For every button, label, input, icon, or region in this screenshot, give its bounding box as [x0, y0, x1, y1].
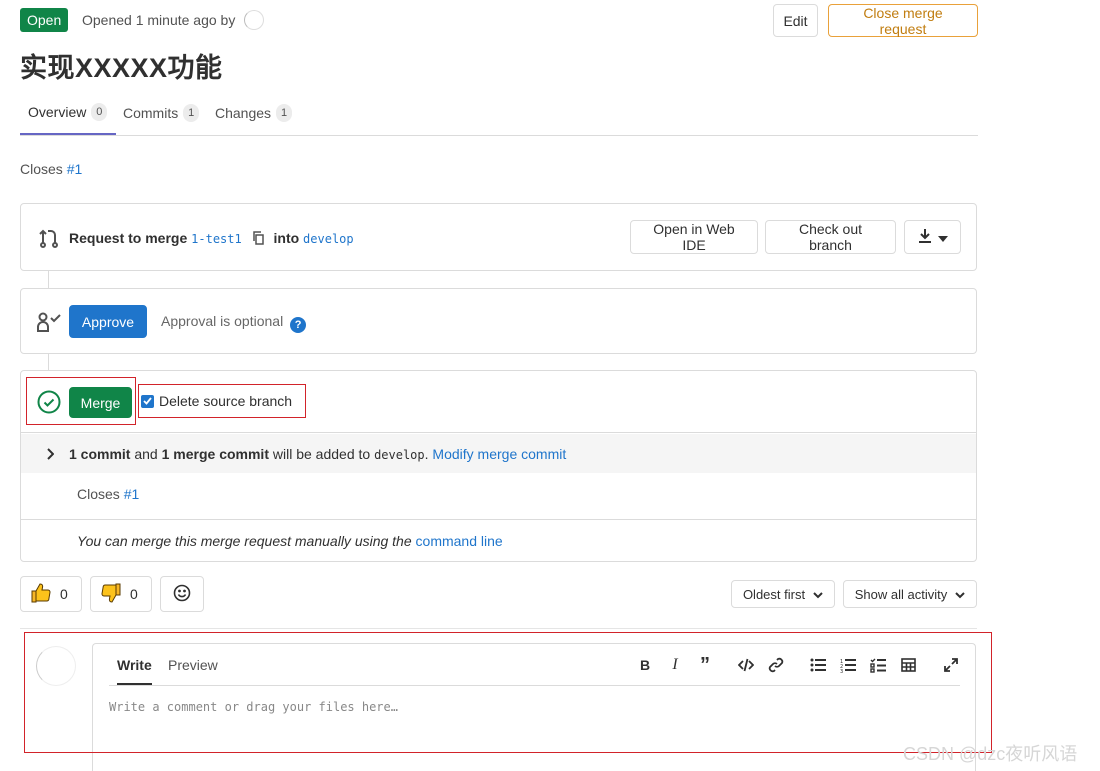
merge-commit-summary[interactable]: 1 commit and 1 merge commit will be adde…: [21, 434, 976, 473]
approve-button[interactable]: Approve: [69, 305, 147, 338]
highlight-box: [26, 377, 136, 425]
added-to-text: will be added to: [272, 446, 371, 462]
description: Closes #1: [20, 161, 82, 177]
merge-summary-text: 1 commit and 1 merge commit will be adde…: [69, 446, 567, 462]
chevron-down-icon: [955, 587, 965, 602]
thumbs-up-button[interactable]: 0: [20, 576, 82, 612]
closes-text: Closes: [77, 486, 120, 502]
mr-header: Open Opened 1 minute ago by Edit Close m…: [20, 4, 978, 37]
sort-order-dropdown[interactable]: Oldest first: [731, 580, 835, 608]
download-icon: [917, 228, 933, 247]
closes-text: Closes: [20, 161, 63, 177]
target-branch-name: develop: [374, 448, 425, 462]
commit-count: 1 commit: [69, 446, 131, 462]
command-line-link[interactable]: command line: [416, 533, 503, 549]
tab-label: Changes: [215, 104, 272, 121]
thumbs-down-icon: [100, 582, 122, 607]
tab-count: 1: [183, 103, 200, 122]
author-avatar[interactable]: [244, 10, 264, 30]
merge-closes: Closes #1: [77, 486, 139, 502]
divider: [20, 628, 977, 629]
chevron-down-icon: [813, 587, 823, 602]
tab-label: Overview: [28, 103, 87, 120]
into-text: into: [273, 230, 300, 246]
copy-icon[interactable]: [252, 231, 264, 248]
thumbs-down-count: 0: [130, 586, 138, 602]
approval-widget: Approve Approval is optional ?: [20, 288, 977, 354]
divider: [21, 519, 976, 520]
manual-merge-hint: You can merge this merge request manuall…: [77, 533, 503, 549]
request-prefix: Request to merge: [69, 230, 188, 246]
issue-link[interactable]: #1: [124, 486, 140, 502]
highlight-box: [138, 384, 306, 418]
tab-label: Commits: [123, 104, 179, 121]
sort-order-label: Oldest first: [742, 586, 806, 602]
target-branch-link[interactable]: develop: [303, 232, 354, 246]
open-web-ide-button[interactable]: Open in Web IDE: [630, 220, 758, 254]
thumbs-down-button[interactable]: 0: [90, 576, 152, 612]
activity-filter-label: Show all activity: [854, 586, 948, 602]
approval-text: Approval is optional: [161, 313, 284, 329]
merge-request-icon: [37, 226, 61, 253]
page-title: 实现XXXXX功能: [20, 53, 223, 83]
and-text: and: [134, 446, 158, 462]
approval-optional-text: Approval is optional ?: [161, 313, 307, 333]
status-badge: Open: [20, 8, 69, 32]
modify-merge-commit-link[interactable]: Modify merge commit: [432, 446, 566, 462]
thumbs-up-icon: [30, 582, 52, 607]
help-icon[interactable]: ?: [290, 317, 307, 333]
timeline-connector: [48, 354, 49, 370]
edit-button[interactable]: Edit: [773, 4, 818, 37]
smiley-icon: [173, 584, 191, 605]
source-branch-link[interactable]: 1-test1: [191, 232, 242, 246]
thumbs-up-count: 0: [60, 586, 68, 602]
issue-link[interactable]: #1: [67, 161, 83, 177]
check-out-branch-button[interactable]: Check out branch: [765, 220, 896, 254]
mr-tabs: Overview 0 Commits 1 Changes 1: [20, 90, 978, 136]
opened-text: Opened 1 minute ago by: [82, 12, 236, 28]
highlight-box: [24, 632, 992, 753]
approval-icon: [36, 311, 62, 336]
merge-widget: Merge Delete source branch 1 commit and …: [20, 370, 977, 562]
tab-count: 0: [91, 102, 108, 121]
manual-merge-text: You can merge this merge request manuall…: [77, 533, 412, 549]
merge-commit-count: 1 merge commit: [161, 446, 269, 462]
merge-request-info: Request to merge 1-test1 into develop Op…: [20, 203, 977, 271]
chevron-right-icon[interactable]: [46, 447, 55, 463]
tab-overview[interactable]: Overview 0: [20, 90, 116, 135]
activity-filter-dropdown[interactable]: Show all activity: [843, 580, 977, 608]
merge-actions-row: Merge Delete source branch: [21, 371, 976, 433]
timeline-connector: [48, 271, 49, 288]
tab-commits[interactable]: Commits 1: [123, 90, 200, 135]
add-reaction-button[interactable]: [160, 576, 204, 612]
tab-count: 1: [276, 103, 293, 122]
close-merge-request-button[interactable]: Close merge request: [828, 4, 978, 37]
download-dropdown-button[interactable]: [904, 220, 961, 254]
caret-down-icon: [937, 229, 948, 245]
watermark: CSDN @dzc夜听风语: [903, 744, 1078, 764]
merge-branches-text: Request to merge 1-test1 into develop: [69, 230, 354, 248]
tab-changes[interactable]: Changes 1: [215, 90, 293, 135]
